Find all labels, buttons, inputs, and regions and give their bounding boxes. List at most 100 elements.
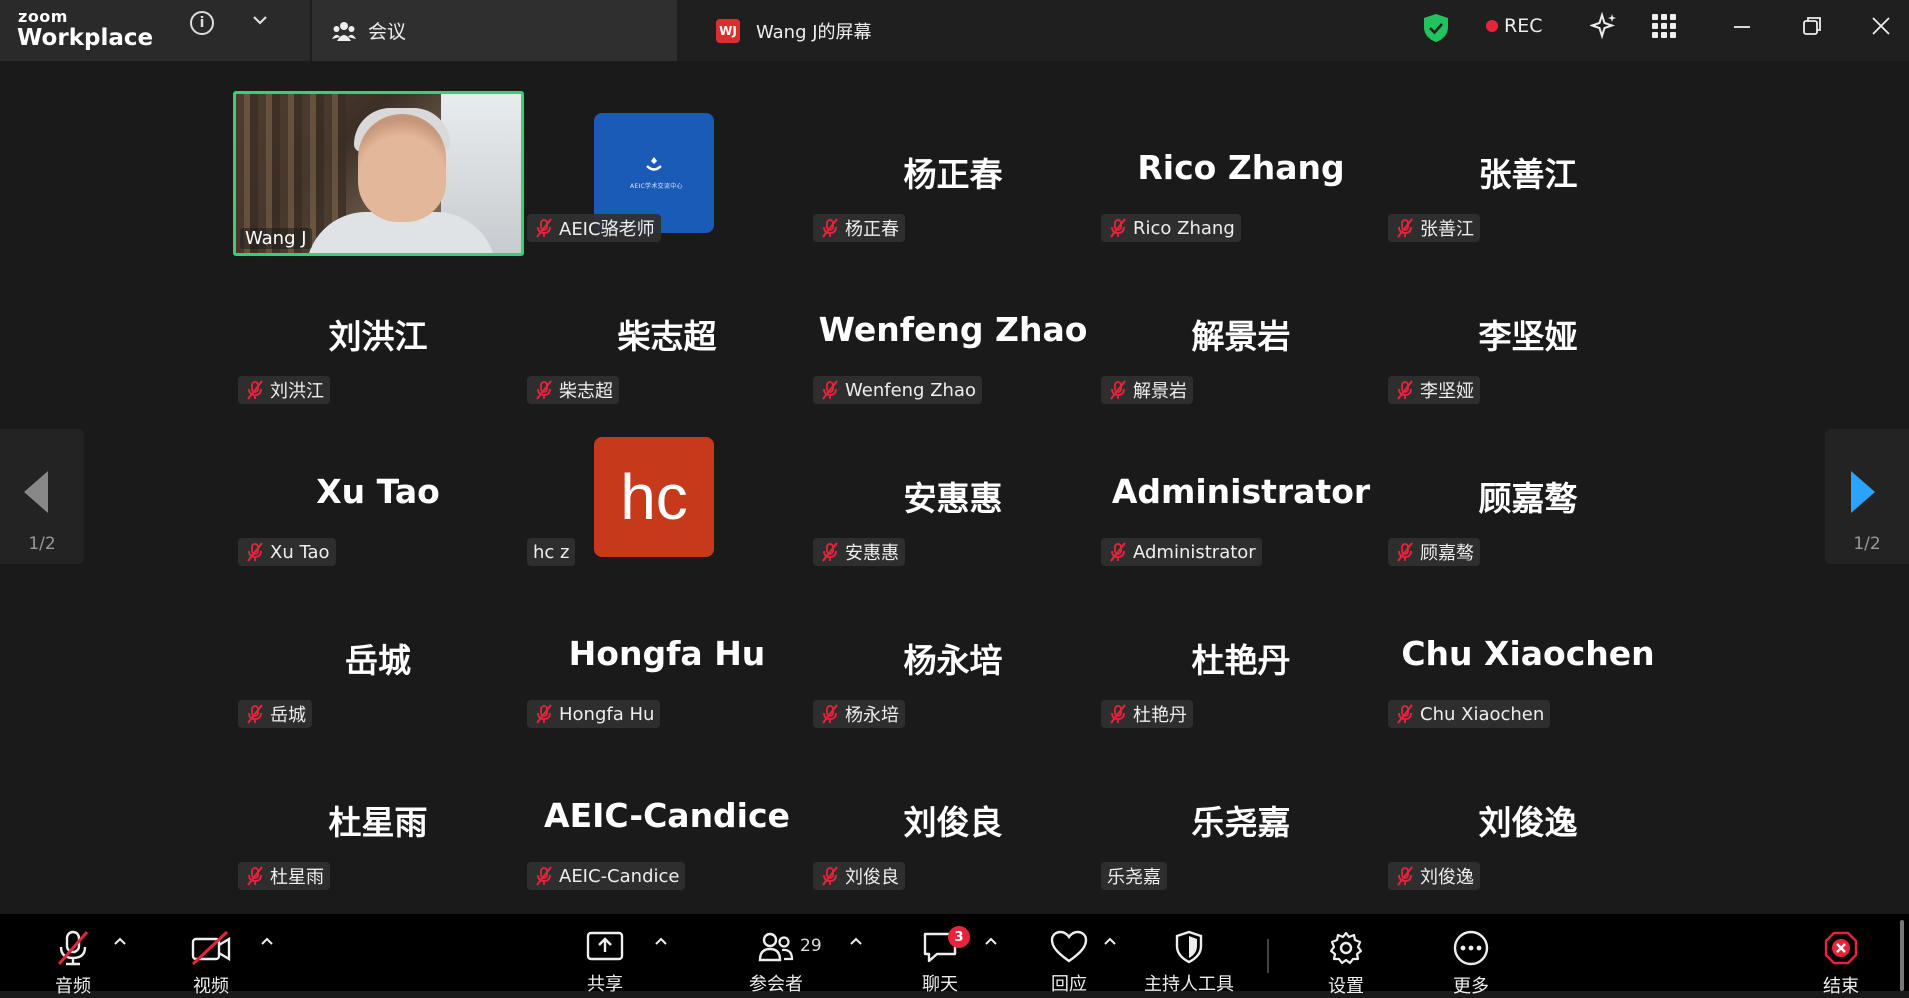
video-person-head — [358, 114, 446, 222]
muted-mic-icon — [1397, 704, 1413, 724]
participant-tile[interactable]: 刘俊良 刘俊良 — [808, 738, 1098, 900]
video-tile-active-speaker[interactable]: Wang J — [233, 91, 524, 256]
name-plate: hc z — [527, 538, 576, 566]
participant-name: 杨正春 — [845, 219, 899, 240]
participant-tile[interactable]: 杨永培 杨永培 — [808, 576, 1098, 738]
end-meeting-button[interactable]: 结束 — [1820, 914, 1862, 997]
muted-mic-icon — [1397, 380, 1413, 400]
participant-tile[interactable]: 顾嘉骜 顾嘉骜 — [1383, 414, 1673, 576]
participant-name: Wenfeng Zhao — [845, 379, 976, 401]
participant-display-name: Administrator — [1111, 472, 1371, 511]
chat-options-caret-icon[interactable] — [984, 936, 998, 946]
settings-button[interactable]: 设置 — [1325, 914, 1367, 997]
video-options-caret-icon[interactable] — [260, 936, 274, 946]
participant-name: AEIC骆老师 — [559, 219, 655, 240]
participant-tile[interactable]: 张善江 张善江 — [1383, 90, 1673, 252]
participant-name: 柴志超 — [559, 381, 613, 402]
participant-display-name: 刘洪江 — [328, 317, 428, 356]
participant-tile[interactable]: 刘洪江 刘洪江 — [233, 252, 523, 414]
tab-meeting[interactable]: 会议 — [312, 0, 677, 61]
name-plate: 李坚娅 — [1388, 376, 1480, 404]
audio-options-caret-icon[interactable] — [113, 936, 127, 946]
muted-mic-icon — [822, 866, 838, 886]
participant-count: 29 — [800, 936, 822, 956]
share-button[interactable]: 共享 — [580, 914, 630, 995]
app-brand: zoom Workplace i — [0, 0, 310, 61]
participant-tile[interactable]: Rico Zhang Rico Zhang — [1096, 90, 1386, 252]
reactions-options-caret-icon[interactable] — [1103, 936, 1117, 946]
reactions-label: 回应 — [1051, 974, 1087, 995]
recording-indicator[interactable]: REC — [1486, 12, 1542, 40]
participant-name: Rico Zhang — [1133, 217, 1235, 239]
participant-tile[interactable]: 杨正春 杨正春 — [808, 90, 1098, 252]
apps-grid-icon[interactable] — [1652, 14, 1676, 38]
participant-tile[interactable]: 杜艳丹 杜艳丹 — [1096, 576, 1386, 738]
participant-tile[interactable]: Xu Tao Xu Tao — [233, 414, 523, 576]
previous-page-button[interactable]: 1/2 — [0, 429, 84, 564]
participant-tile[interactable]: 安惠惠 安惠惠 — [808, 414, 1098, 576]
name-plate: Rico Zhang — [1101, 214, 1241, 242]
scrollbar-thumb[interactable] — [1900, 920, 1904, 991]
name-plate: 安惠惠 — [813, 538, 905, 566]
participant-tile[interactable]: 乐尧嘉 乐尧嘉 — [1096, 738, 1386, 900]
chevron-down-icon[interactable] — [250, 10, 270, 30]
participant-tile[interactable]: Hongfa Hu Hongfa Hu — [522, 576, 812, 738]
minimize-icon[interactable] — [1730, 14, 1754, 38]
participant-tile[interactable]: 岳城 岳城 — [233, 576, 523, 738]
participant-name: 杜艳丹 — [1133, 705, 1187, 726]
participant-tile[interactable]: AEIC学术交流中心 AEIC骆老师 — [522, 90, 812, 252]
participant-tile[interactable]: 柴志超 柴志超 — [522, 252, 812, 414]
audio-button[interactable]: 音频 — [46, 914, 100, 997]
muted-mic-icon — [1397, 542, 1413, 562]
name-plate: 杜艳丹 — [1101, 700, 1193, 728]
host-shield-icon — [1175, 930, 1203, 964]
participant-tile[interactable]: Administrator Administrator — [1096, 414, 1386, 576]
participant-display-name: 乐尧嘉 — [1191, 803, 1291, 842]
participant-display-name: Xu Tao — [316, 472, 440, 511]
settings-label: 设置 — [1328, 976, 1364, 997]
info-icon[interactable]: i — [190, 11, 214, 35]
video-button[interactable]: 视频 — [186, 914, 236, 997]
video-label: 视频 — [193, 976, 229, 997]
participant-tile[interactable]: hc hc z — [522, 414, 812, 576]
muted-mic-icon — [1397, 218, 1413, 238]
name-plate: 刘洪江 — [238, 376, 330, 404]
share-options-caret-icon[interactable] — [654, 936, 668, 946]
ai-companion-icon[interactable] — [1590, 12, 1618, 40]
restore-window-icon[interactable] — [1800, 14, 1824, 38]
participant-tile[interactable]: 杜星雨 杜星雨 — [233, 738, 523, 900]
participant-tile[interactable]: Chu Xiaochen Chu Xiaochen — [1383, 576, 1673, 738]
muted-mic-icon — [822, 704, 838, 724]
security-shield-icon[interactable] — [1423, 13, 1449, 43]
gear-icon — [1329, 931, 1363, 965]
participant-tile[interactable]: 刘俊逸 刘俊逸 — [1383, 738, 1673, 900]
participants-options-caret-icon[interactable] — [849, 936, 863, 946]
participant-display-name: 张善江 — [1478, 155, 1578, 194]
audio-label: 音频 — [55, 976, 91, 997]
brand-zoom-text: zoom — [18, 7, 68, 26]
name-plate: 乐尧嘉 — [1101, 862, 1167, 890]
participant-display-name: 刘俊良 — [903, 803, 1003, 842]
next-page-button[interactable]: 1/2 — [1825, 429, 1909, 564]
tab-meeting-label: 会议 — [368, 21, 407, 43]
meeting-toolbar: 音频 视频 共享 参会者 29 聊天 3 回应 主持人工具 设置 更多 结束 — [0, 914, 1909, 997]
aeic-logo-icon — [646, 157, 662, 171]
share-screen-icon — [586, 931, 624, 961]
participant-tile[interactable]: 解景岩 解景岩 — [1096, 252, 1386, 414]
more-button[interactable]: 更多 — [1450, 914, 1492, 997]
tab-screen-share[interactable]: WJ Wang J的屏幕 — [680, 0, 1100, 61]
host-tools-button[interactable]: 主持人工具 — [1140, 914, 1238, 995]
video-tile-name: Wang J — [240, 228, 312, 249]
participant-name: Hongfa Hu — [559, 703, 655, 725]
participant-tile[interactable]: Wenfeng Zhao Wenfeng Zhao — [808, 252, 1098, 414]
name-plate: 岳城 — [238, 700, 312, 728]
close-icon[interactable] — [1869, 14, 1893, 38]
participant-display-name: 刘俊逸 — [1478, 803, 1578, 842]
name-plate: 解景岩 — [1101, 376, 1193, 404]
end-meeting-icon — [1824, 931, 1858, 965]
participant-tile[interactable]: 李坚娅 李坚娅 — [1383, 252, 1673, 414]
participants-icon — [758, 932, 794, 962]
participant-tile[interactable]: AEIC-Candice AEIC-Candice — [522, 738, 812, 900]
reactions-button[interactable]: 回应 — [1048, 914, 1090, 995]
participants-button[interactable]: 参会者 — [745, 914, 807, 995]
